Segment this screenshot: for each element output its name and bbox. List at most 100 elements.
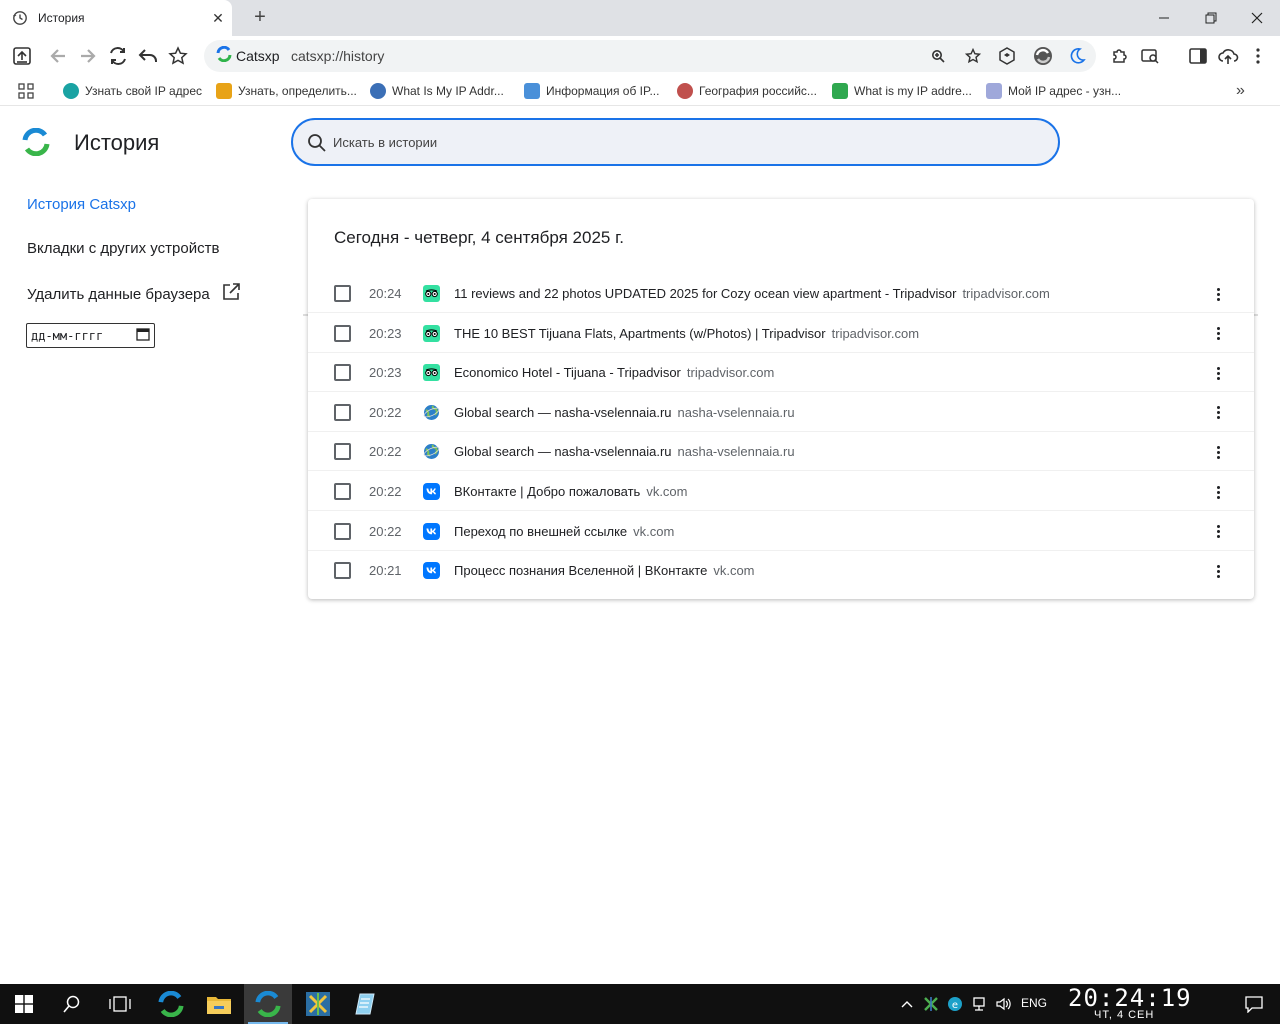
bookmark-item[interactable]: Информация об IP... [524, 82, 659, 100]
history-entry-link[interactable]: THE 10 BEST Tijuana Flats, Apartments (w… [454, 326, 919, 341]
dark-mode-icon[interactable] [1065, 44, 1089, 68]
row-checkbox[interactable] [334, 522, 351, 540]
history-row[interactable]: 20:22 ВКонтакте | Добро пожаловать vk.com [308, 472, 1254, 511]
bookmark-item[interactable]: What is my IP addre... [832, 82, 972, 100]
url-text[interactable]: catsxp://history [291, 48, 384, 64]
history-row[interactable]: 20:23 Economico Hotel - Tijuana - Tripadv… [308, 353, 1254, 393]
network-icon[interactable] [968, 984, 990, 1024]
clock-date[interactable]: ЧТ, 4 СЕН [1094, 1009, 1154, 1021]
bookmark-favicon-icon [63, 83, 79, 99]
extensions-icon[interactable] [1108, 44, 1132, 68]
tray-chevron-up-icon[interactable] [896, 984, 918, 1024]
row-checkbox[interactable] [334, 364, 351, 382]
notepad-taskbar-icon[interactable] [342, 984, 390, 1024]
reload-button[interactable] [106, 44, 130, 68]
more-actions-icon[interactable] [1208, 559, 1228, 583]
more-actions-icon[interactable] [1208, 282, 1228, 306]
sidebar-item-clear-data[interactable]: Удалить данные браузера [27, 283, 240, 305]
file-explorer-icon[interactable] [195, 984, 243, 1024]
history-row[interactable]: 20:23 THE 10 BEST Tijuana Flats, Apartmen… [308, 314, 1254, 353]
sidebar-item-history[interactable]: История Catsxp [27, 196, 136, 213]
taskbar: e ENG 20:24:19 ЧТ, 4 СЕН [0, 984, 1280, 1024]
bookmark-star-icon[interactable] [166, 44, 190, 68]
bookmark-item[interactable]: Мой IP адрес - узн... [986, 82, 1121, 100]
history-entry-link[interactable]: ВКонтакте | Добро пожаловать vk.com [454, 484, 687, 499]
minimize-button[interactable] [1141, 0, 1187, 36]
row-checkbox[interactable] [334, 324, 351, 342]
search-input[interactable]: Искать в истории [291, 118, 1060, 166]
date-filter-input[interactable]: дд-мм-гггг [26, 323, 155, 348]
cloud-upload-icon[interactable] [1216, 44, 1240, 68]
row-checkbox[interactable] [334, 443, 351, 461]
history-entry-link[interactable]: Global search — nasha-vselennaia.ru nasha… [454, 444, 795, 459]
history-entry-link[interactable]: Economico Hotel - Tijuana - Tripadvisor t… [454, 365, 774, 380]
row-checkbox[interactable] [334, 403, 351, 421]
volume-icon[interactable] [992, 984, 1014, 1024]
tab-close-icon[interactable]: ✕ [204, 10, 232, 27]
clock-time[interactable]: 20:24:19 [1068, 984, 1192, 1012]
search-taskbar-icon[interactable] [48, 984, 96, 1024]
row-checkbox[interactable] [334, 285, 351, 302]
start-button[interactable] [0, 984, 48, 1024]
tab-history[interactable]: История ✕ [0, 0, 232, 36]
bookmark-item[interactable]: География российс... [677, 82, 817, 100]
new-tab-button[interactable]: + [250, 7, 270, 28]
tab-strip: История ✕ + [0, 0, 1280, 36]
catsxp-taskbar-icon[interactable] [147, 984, 195, 1024]
menu-icon[interactable] [1246, 44, 1270, 68]
apps-icon[interactable] [18, 83, 34, 104]
entry-title: 11 reviews and 22 photos UPDATED 2025 fo… [454, 286, 957, 301]
search-placeholder: Искать в истории [333, 135, 438, 150]
history-row[interactable]: 20:24 11 reviews and 22 photos UPDATED 20… [308, 274, 1254, 313]
tray-app-x-icon[interactable] [920, 984, 942, 1024]
zoom-icon[interactable] [926, 44, 950, 68]
more-actions-icon[interactable] [1208, 440, 1228, 464]
history-card: Сегодня - четверг, 4 сентября 2025 г. 20… [308, 199, 1254, 599]
star-icon[interactable] [961, 44, 985, 68]
tripadvisor-icon [423, 324, 440, 342]
row-checkbox[interactable] [334, 483, 351, 500]
restore-button[interactable] [1188, 0, 1234, 36]
history-entry-link[interactable]: Процесс познания Вселенной | ВКонтакте vk… [454, 563, 755, 578]
close-window-button[interactable] [1234, 0, 1280, 36]
history-entry-link[interactable]: Переход по внешней ссылке vk.com [454, 524, 674, 539]
history-entry-link[interactable]: 11 reviews and 22 photos UPDATED 2025 fo… [454, 286, 1050, 301]
history-row[interactable]: 20:22 Переход по внешней ссылке vk.com [308, 512, 1254, 551]
chevron-right-icon[interactable]: » [1236, 82, 1245, 100]
row-checkbox[interactable] [334, 562, 351, 580]
language-indicator[interactable]: ENG [1021, 996, 1047, 1010]
bookmark-item[interactable]: Узнать свой IP адрес [63, 82, 202, 100]
notifications-icon[interactable] [1230, 984, 1278, 1024]
back-button[interactable] [46, 44, 70, 68]
bookmark-item[interactable]: What Is My IP Addr... [370, 82, 504, 100]
entry-title: Переход по внешней ссылке [454, 523, 628, 539]
more-actions-icon[interactable] [1208, 322, 1228, 346]
site-chip[interactable]: Catsxp [210, 44, 286, 68]
history-row[interactable]: 20:22 Global search — nasha-vselennaia.ru… [308, 393, 1254, 432]
address-bar[interactable]: Catsxp catsxp://history [204, 40, 1096, 72]
app-x-taskbar-icon[interactable] [294, 984, 342, 1024]
more-actions-icon[interactable] [1208, 361, 1228, 385]
shield-extension-icon[interactable] [995, 44, 1019, 68]
site-chip-label: Catsxp [236, 48, 280, 64]
globe-icon [423, 443, 440, 460]
sidebar-item-other-devices[interactable]: Вкладки с других устройств [27, 240, 219, 257]
tray-edge-icon[interactable]: e [944, 984, 966, 1024]
more-actions-icon[interactable] [1208, 401, 1228, 425]
tab-search-icon[interactable] [1138, 44, 1162, 68]
side-panel-icon[interactable] [1186, 44, 1210, 68]
upload-icon[interactable] [10, 44, 34, 68]
calendar-icon[interactable] [136, 327, 150, 344]
history-entry-link[interactable]: Global search — nasha-vselennaia.ru nasha… [454, 405, 795, 420]
more-actions-icon[interactable] [1208, 520, 1228, 544]
history-row[interactable]: 20:21 Процесс познания Вселенной | ВКонта… [308, 551, 1254, 590]
catsxp-active-taskbar-icon[interactable] [244, 984, 292, 1024]
more-actions-icon[interactable] [1208, 480, 1228, 504]
task-view-icon[interactable] [96, 984, 144, 1024]
undo-icon[interactable] [136, 44, 160, 68]
forward-button[interactable] [76, 44, 100, 68]
entry-domain: vk.com [713, 563, 755, 579]
history-row[interactable]: 20:22 Global search — nasha-vselennaia.ru… [308, 432, 1254, 472]
catsxp-extension-icon[interactable] [1031, 44, 1055, 68]
bookmark-item[interactable]: Узнать, определить... [216, 82, 357, 100]
